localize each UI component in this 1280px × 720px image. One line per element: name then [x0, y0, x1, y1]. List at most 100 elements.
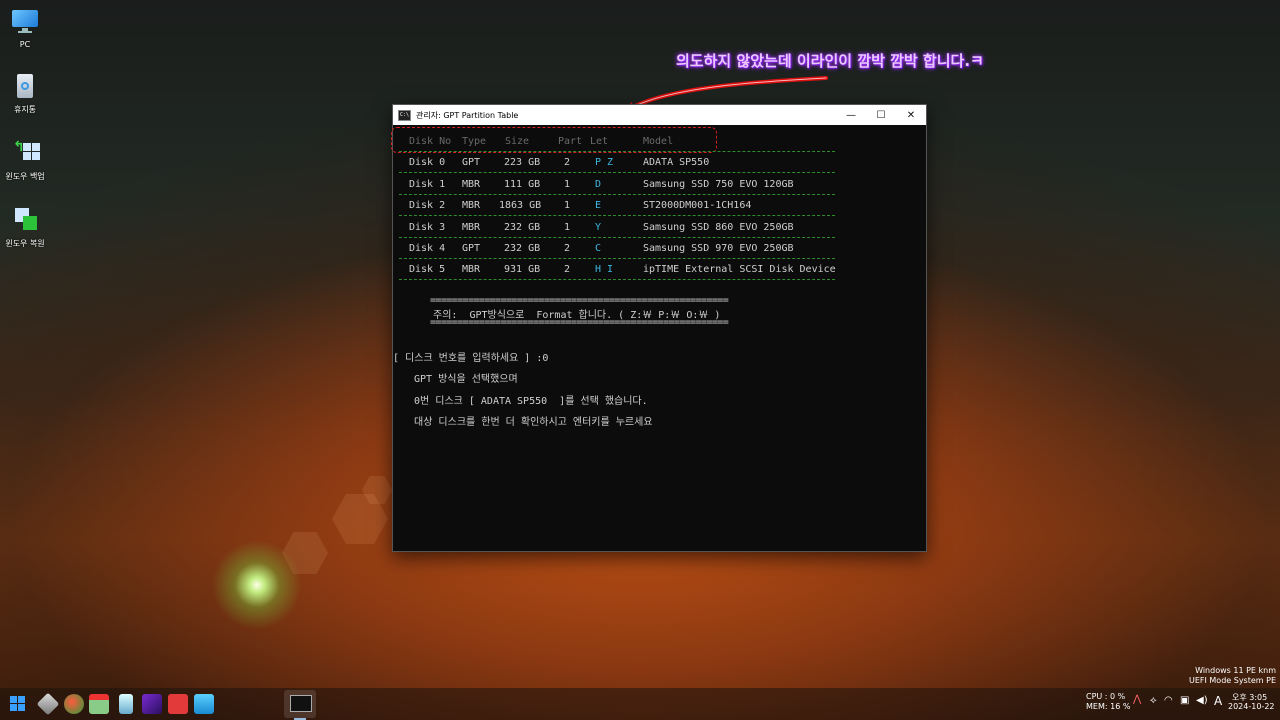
backup-icon: ↰: [11, 139, 40, 167]
disk-size: 223 GB: [504, 157, 541, 168]
wifi-icon[interactable]: ◠: [1164, 695, 1173, 706]
desktop-icon-label: 휴지통: [13, 105, 37, 114]
disk-parts: 1: [564, 200, 571, 211]
disk-letters: Y: [595, 222, 602, 233]
disk-parts: 2: [564, 264, 571, 275]
maximize-button[interactable]: ☐: [866, 105, 896, 125]
recycle-bin-icon: [11, 72, 39, 100]
row-separator: [399, 279, 835, 280]
disk-no: Disk 2: [409, 200, 446, 211]
notice-rule-top: ========================================…: [430, 295, 729, 306]
table-header: Disk No Type Size Part Let Model: [393, 136, 926, 150]
app-icon-3[interactable]: [89, 694, 109, 714]
cpu-usage: CPU : 0 %: [1086, 692, 1126, 701]
disk-letters: D: [595, 179, 602, 190]
desktop-icon-label: 윈도우 복원: [5, 239, 45, 248]
disk-size: 931 GB: [504, 264, 541, 275]
app-icon-1[interactable]: [36, 692, 60, 716]
volume-icon[interactable]: ◀): [1196, 695, 1208, 706]
app-icon-5[interactable]: [142, 694, 162, 714]
disk-letters: H I: [595, 264, 614, 275]
window-title: 관리자: GPT Partition Table: [416, 110, 519, 120]
title-bar[interactable]: C:\ 관리자: GPT Partition Table — ☐ ✕: [393, 105, 926, 125]
table-row: Disk 3 MBR 232 GB 1 Y Samsung SSD 860 EV…: [393, 222, 926, 236]
row-separator: [399, 258, 835, 259]
disk-size: 232 GB: [504, 243, 541, 254]
bluetooth-icon[interactable]: ⟡: [1150, 695, 1157, 706]
memory-usage: MEM: 16 %: [1086, 702, 1131, 711]
row-separator: [399, 237, 835, 238]
desktop-icon-label: 윈도우 백업: [5, 172, 45, 181]
desktop-icon-pc[interactable]: PC: [0, 8, 50, 49]
disk-model: ADATA SP550: [643, 157, 710, 168]
disk-letters: E: [595, 200, 602, 211]
input-method-indicator[interactable]: A: [1214, 694, 1222, 708]
disk-type: MBR: [462, 222, 481, 233]
row-separator: [399, 194, 835, 195]
table-row: Disk 0 GPT 223 GB 2 P Z ADATA SP550: [393, 157, 926, 171]
desktop-icon-label: PC: [19, 40, 31, 49]
network-graph-icon[interactable]: ⋀: [1133, 694, 1141, 705]
disk-no: Disk 5: [409, 264, 446, 275]
disk-model: Samsung SSD 860 EVO 250GB: [643, 222, 794, 233]
monitor-icon: [11, 8, 39, 36]
desktop-icon-backup[interactable]: ↰ 윈도우 백업: [0, 139, 50, 182]
app-icon-7[interactable]: [194, 694, 214, 714]
disk-letters: P Z: [595, 157, 614, 168]
column-header: Part: [558, 136, 583, 147]
column-header: Size: [505, 136, 530, 147]
disk-parts: 1: [564, 222, 571, 233]
message-line: 대상 디스크를 한번 더 확인하시고 엔터키를 누르세요: [414, 417, 653, 428]
row-separator: [399, 215, 835, 216]
disk-no: Disk 1: [409, 179, 446, 190]
console-output[interactable]: Disk No Type Size Part Let Model Disk 0 …: [391, 125, 926, 551]
disk-type: MBR: [462, 264, 481, 275]
disk-parts: 2: [564, 243, 571, 254]
disk-model: ST2000DM001-1CH164: [643, 200, 752, 211]
column-header: Let: [590, 136, 609, 147]
disk-no: Disk 0: [409, 157, 446, 168]
disk-size: 232 GB: [504, 222, 541, 233]
app-icon-2[interactable]: [64, 694, 84, 714]
disk-type: MBR: [462, 179, 481, 190]
boot-mode: UEFI Mode System PE: [1188, 676, 1276, 685]
column-header: Type: [462, 136, 487, 147]
table-row: Disk 2 MBR 1863 GB 1 E ST2000DM001-1CH16…: [393, 200, 926, 214]
disk-letters: C: [595, 243, 602, 254]
notice-rule-bottom: ========================================…: [430, 317, 729, 328]
security-icon[interactable]: ▣: [1180, 695, 1189, 706]
column-header: Disk No: [409, 136, 452, 147]
taskbar: CPU : 0 % MEM: 16 % ⋀ ⟡ ◠ ▣ ◀) A 오후 3:05…: [0, 688, 1280, 720]
table-row: Disk 5 MBR 931 GB 2 H I ipTIME External …: [393, 264, 926, 278]
table-row: Disk 1 MBR 111 GB 1 D Samsung SSD 750 EV…: [393, 179, 926, 193]
os-info: Windows 11 PE knm UEFI Mode System PE: [1189, 666, 1276, 686]
disk-model: Samsung SSD 970 EVO 250GB: [643, 243, 794, 254]
disk-parts: 1: [564, 179, 571, 190]
row-separator: [399, 151, 835, 152]
os-name: Windows 11 PE knm: [1195, 666, 1276, 675]
cmd-icon: C:\: [398, 109, 411, 121]
disk-type: GPT: [462, 157, 481, 168]
minimize-button[interactable]: —: [836, 105, 866, 125]
row-separator: [399, 172, 835, 173]
desktop-icon-recycle-bin[interactable]: 휴지통: [0, 72, 50, 115]
message-line: GPT 방식을 선택했으며: [414, 374, 518, 385]
restore-icon: [11, 206, 39, 234]
disk-no: Disk 3: [409, 222, 446, 233]
disk-parts: 2: [564, 157, 571, 168]
disk-no: Disk 4: [409, 243, 446, 254]
table-row: Disk 4 GPT 232 GB 2 C Samsung SSD 970 EV…: [393, 243, 926, 257]
close-button[interactable]: ✕: [896, 105, 926, 125]
wallpaper-light-flare: [212, 540, 302, 630]
console-window[interactable]: C:\ 관리자: GPT Partition Table — ☐ ✕ Disk …: [391, 104, 927, 552]
app-icon-6[interactable]: [168, 694, 188, 714]
desktop-icon-restore[interactable]: 윈도우 복원: [0, 206, 50, 249]
column-header: Model: [643, 136, 674, 147]
app-icon-4[interactable]: [119, 694, 133, 714]
windows-start-icon[interactable]: [8, 694, 28, 714]
disk-model: ipTIME External SCSI Disk Device: [643, 264, 836, 275]
clock-date[interactable]: 2024-10-22: [1228, 702, 1275, 711]
disk-type: MBR: [462, 200, 481, 211]
cmd-taskbar-icon[interactable]: [284, 690, 316, 720]
disk-model: Samsung SSD 750 EVO 120GB: [643, 179, 794, 190]
